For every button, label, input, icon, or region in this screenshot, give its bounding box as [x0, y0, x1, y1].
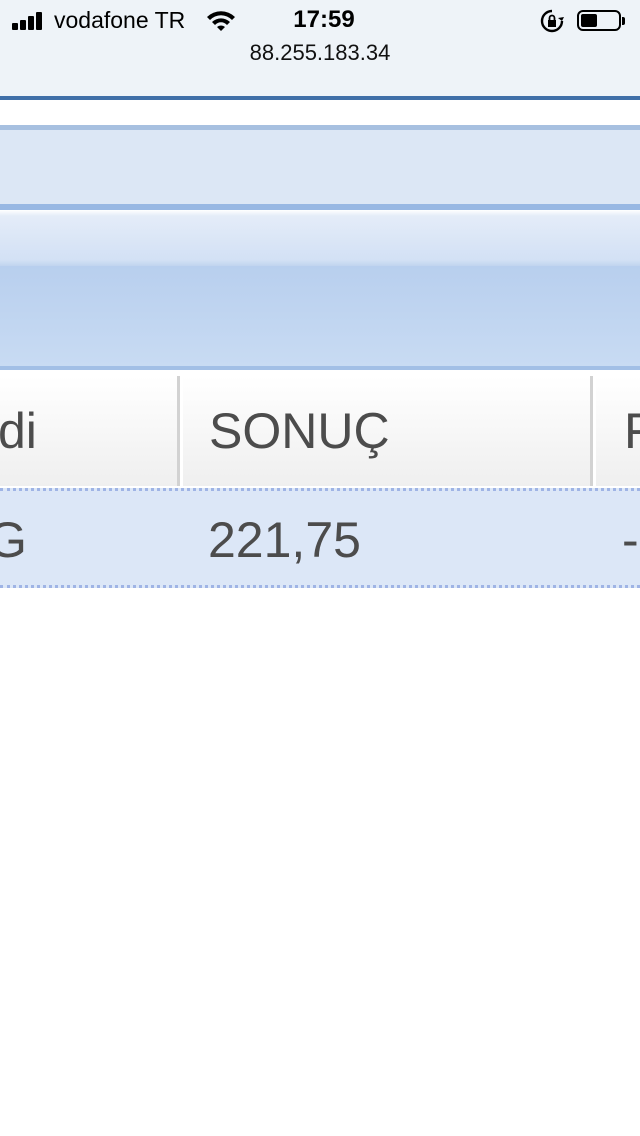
- battery-icon: [577, 10, 625, 31]
- column-header-label: SONUÇ: [209, 403, 390, 459]
- carrier-name: vodafone TR: [54, 7, 186, 33]
- header-panel: [0, 130, 640, 204]
- nav-bar: [0, 210, 640, 266]
- column-header-next[interactable]: F: [596, 376, 640, 486]
- table-cell: G: [0, 512, 27, 568]
- table-row[interactable]: G 221,75 -: [0, 488, 640, 588]
- status-time: 17:59: [293, 6, 355, 33]
- column-header-label: F: [624, 403, 640, 459]
- signal-strength-icon: [12, 12, 48, 30]
- battery-level: [581, 14, 597, 27]
- header-white-strip: [0, 100, 640, 125]
- table-cell-sonuc: 221,75: [208, 512, 361, 568]
- wifi-icon: [207, 11, 235, 31]
- screen: vodafone TR 17:59 88.255.183.34 di SONUÇ…: [0, 0, 640, 1136]
- rotation-lock-icon: [540, 9, 564, 33]
- table-caption-bar: [0, 266, 640, 366]
- column-header-label: di: [0, 403, 37, 459]
- column-header-name[interactable]: di: [0, 376, 180, 486]
- header-top-band: [0, 80, 640, 96]
- address-bar-url[interactable]: 88.255.183.34: [0, 40, 640, 66]
- table-header: di SONUÇ F: [0, 370, 640, 488]
- column-header-sonuc[interactable]: SONUÇ: [183, 376, 593, 486]
- table-cell: -: [622, 512, 639, 568]
- status-bar: vodafone TR 17:59 88.255.183.34: [0, 0, 640, 81]
